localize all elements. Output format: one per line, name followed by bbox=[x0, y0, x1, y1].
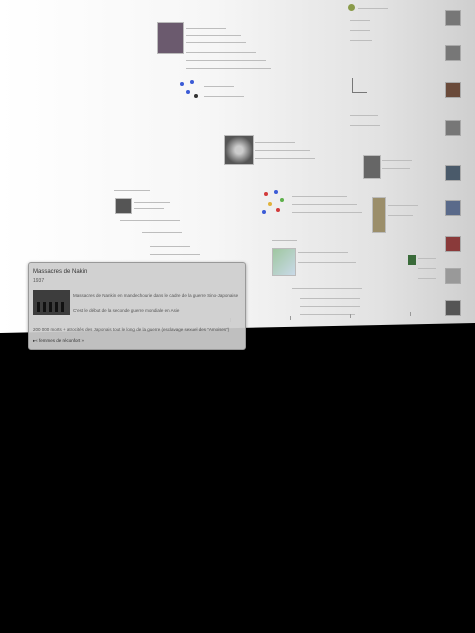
event-caption-line bbox=[186, 35, 241, 36]
event-emblem-icon[interactable] bbox=[348, 4, 355, 11]
event-title: Massacres de Nakin bbox=[33, 269, 88, 275]
diagram-node bbox=[280, 198, 284, 202]
event-caption-line bbox=[255, 158, 315, 159]
network-node bbox=[180, 82, 184, 86]
event-description: 200 000 morts + atrocités des Japonais t… bbox=[33, 327, 230, 332]
event-photo-thumbnail[interactable] bbox=[445, 300, 461, 316]
event-curve-graph[interactable] bbox=[352, 78, 367, 93]
event-caption-line bbox=[255, 150, 310, 151]
diagram-node bbox=[274, 190, 278, 194]
event-caption-line bbox=[292, 196, 347, 197]
diagram-node bbox=[268, 202, 272, 206]
event-description: Massacres de Nankin en mandechourie dans… bbox=[73, 293, 239, 298]
diagram-node bbox=[264, 192, 268, 196]
event-caption-line bbox=[255, 142, 295, 143]
event-photo-thumbnail[interactable] bbox=[115, 198, 132, 214]
diagram-node bbox=[276, 208, 280, 212]
event-caption-line bbox=[134, 208, 164, 209]
event-caption-line bbox=[114, 190, 150, 191]
event-caption-line bbox=[350, 20, 370, 21]
event-caption-line bbox=[418, 268, 436, 269]
event-caption-line bbox=[150, 254, 200, 255]
event-caption-line bbox=[298, 262, 356, 263]
event-photo[interactable] bbox=[33, 290, 70, 315]
event-caption-line bbox=[300, 298, 360, 299]
event-colored-diagram[interactable] bbox=[260, 188, 288, 216]
event-caption-line bbox=[350, 40, 372, 41]
timeline-axis-tick bbox=[410, 312, 411, 316]
event-caption-line bbox=[292, 212, 362, 213]
event-caption-line bbox=[186, 42, 246, 43]
event-map-thumbnail[interactable] bbox=[272, 248, 296, 276]
source-link[interactable]: « femmes de réconfort » bbox=[33, 338, 84, 344]
event-caption-line bbox=[382, 160, 412, 161]
event-photo-thumbnail[interactable] bbox=[372, 197, 386, 233]
event-detail-popup[interactable]: Massacres de Nakin 1937 Massacres de Nan… bbox=[28, 262, 246, 350]
event-photo-thumbnail[interactable] bbox=[445, 268, 461, 284]
event-caption-line bbox=[142, 232, 182, 233]
event-photo-thumbnail[interactable] bbox=[157, 22, 184, 54]
event-caption-line bbox=[120, 220, 180, 221]
network-node bbox=[190, 80, 194, 84]
timeline-axis-tick bbox=[290, 316, 291, 320]
event-caption-line bbox=[300, 306, 360, 307]
event-caption-line bbox=[418, 278, 436, 279]
event-photo-thumbnail[interactable] bbox=[445, 236, 461, 252]
event-photo-thumbnail[interactable] bbox=[445, 10, 461, 26]
event-caption-line bbox=[150, 246, 190, 247]
event-caption-line bbox=[186, 52, 256, 53]
event-year: 1937 bbox=[33, 278, 45, 284]
network-node bbox=[186, 90, 190, 94]
event-caption-line bbox=[350, 115, 378, 116]
event-caption-line bbox=[388, 215, 413, 216]
event-photo-thumbnail[interactable] bbox=[224, 135, 254, 165]
event-caption-line bbox=[272, 240, 297, 241]
network-node bbox=[194, 94, 198, 98]
event-caption-line bbox=[358, 8, 388, 9]
event-caption-line bbox=[382, 168, 410, 169]
event-caption-line bbox=[186, 68, 271, 69]
event-small-diagram[interactable] bbox=[408, 255, 416, 265]
event-network-diagram[interactable] bbox=[178, 78, 200, 100]
event-caption-line bbox=[418, 258, 436, 259]
event-photo-thumbnail[interactable] bbox=[445, 120, 461, 136]
event-caption-line bbox=[204, 86, 234, 87]
event-description: C'est le début de la seconde guerre mond… bbox=[73, 308, 180, 313]
event-caption-line bbox=[300, 314, 355, 315]
event-caption-line bbox=[292, 288, 362, 289]
event-caption-line bbox=[204, 96, 244, 97]
event-caption-line bbox=[186, 28, 226, 29]
event-photo-thumbnail[interactable] bbox=[363, 155, 381, 179]
event-caption-line bbox=[350, 30, 370, 31]
event-photo-thumbnail[interactable] bbox=[445, 45, 461, 61]
event-caption-line bbox=[388, 205, 418, 206]
event-photo-thumbnail[interactable] bbox=[445, 165, 461, 181]
event-caption-line bbox=[186, 60, 266, 61]
diagram-node bbox=[262, 210, 266, 214]
event-photo-thumbnail[interactable] bbox=[445, 200, 461, 216]
event-caption-line bbox=[298, 252, 348, 253]
timeline-axis-tick bbox=[350, 314, 351, 318]
event-photo-thumbnail[interactable] bbox=[445, 82, 461, 98]
event-caption-line bbox=[134, 202, 170, 203]
event-caption-line bbox=[292, 204, 357, 205]
event-caption-line bbox=[350, 125, 380, 126]
